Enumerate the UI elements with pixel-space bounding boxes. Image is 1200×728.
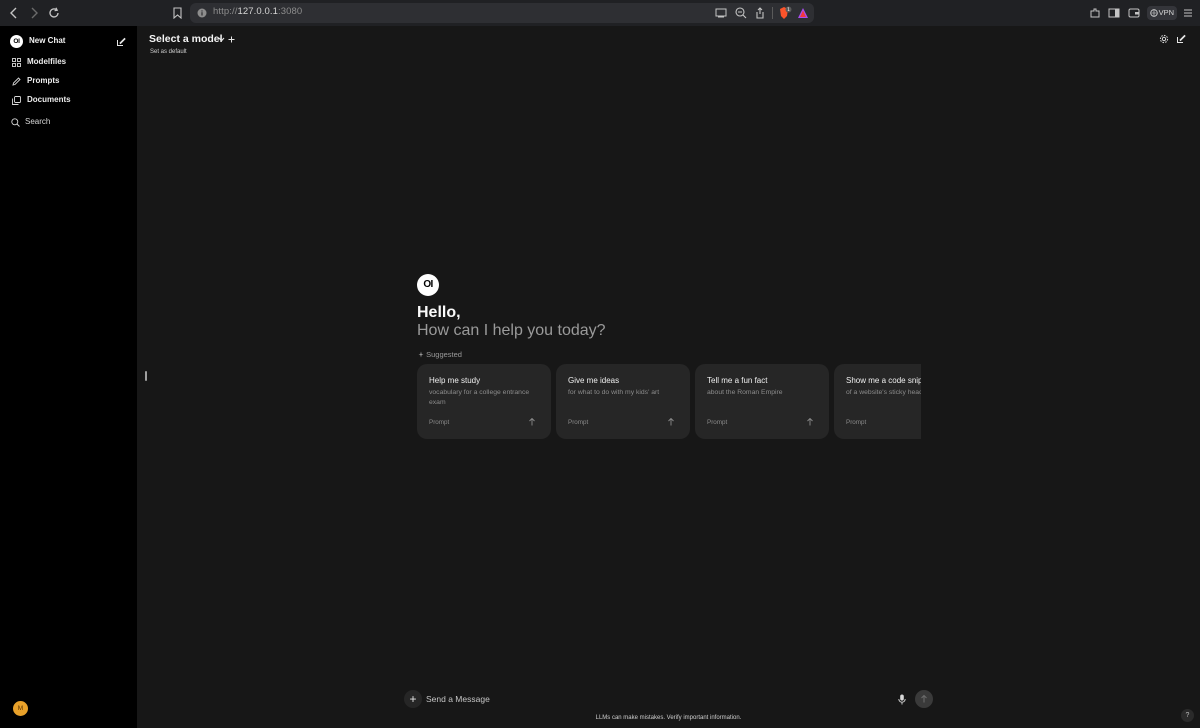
info-icon[interactable] xyxy=(197,8,207,18)
sidebar-item-label: Modelfiles xyxy=(27,57,67,66)
suggestion-kind: Prompt xyxy=(707,419,728,426)
suggestion-card[interactable]: Give me ideas for what to do with my kid… xyxy=(556,364,690,439)
sidebar-resize-handle[interactable] xyxy=(145,371,147,381)
forward-icon[interactable] xyxy=(29,7,39,19)
suggestion-subtitle: vocabulary for a college entrance exam xyxy=(429,389,530,406)
avatar[interactable]: M xyxy=(13,701,28,716)
arrow-up-icon xyxy=(807,417,813,426)
sidebar-search[interactable]: Search xyxy=(0,116,137,130)
back-icon[interactable] xyxy=(9,7,19,19)
suggestion-card[interactable]: Show me a code snippet of a website's st… xyxy=(834,364,921,439)
brand-logo: OI xyxy=(10,35,23,48)
sidebar-item-label: Documents xyxy=(27,95,71,104)
reload-icon[interactable] xyxy=(48,7,60,19)
vpn-label: VPN xyxy=(1158,8,1174,17)
address-url: http://127.0.0.1:3080 xyxy=(213,6,303,17)
grid-icon xyxy=(12,58,21,67)
suggestion-title: Help me study xyxy=(429,376,481,385)
sidebar-toggle-icon[interactable] xyxy=(1108,8,1120,18)
sidebar-item-prompts[interactable]: Prompts xyxy=(0,75,137,89)
globe-icon xyxy=(1150,9,1158,17)
sidebar: OI New Chat Modelfiles Prompts Documents… xyxy=(0,26,137,728)
suggestion-kind: Prompt xyxy=(568,419,589,426)
suggestion-title: Tell me a fun fact xyxy=(707,376,768,385)
wallet-icon[interactable] xyxy=(1128,8,1140,18)
microphone-icon[interactable] xyxy=(898,694,906,705)
browser-window: http://127.0.0.1:3080 1 VPN OI New Chat … xyxy=(0,0,1200,728)
suggestion-title: Show me a code snippet xyxy=(846,376,921,385)
welcome-logo: OI xyxy=(417,274,439,296)
suggestion-kind: Prompt xyxy=(429,419,450,426)
suggestion-kind: Prompt xyxy=(846,419,867,426)
main-area: Select a model Set as default OI Hello, … xyxy=(137,26,1200,728)
suggested-label: Suggested xyxy=(418,350,462,359)
arrow-up-icon xyxy=(529,417,535,426)
message-composer: + xyxy=(404,686,934,712)
suggestion-subtitle: of a website's sticky header xyxy=(846,389,921,396)
compose-icon[interactable] xyxy=(116,37,126,47)
suggestion-card[interactable]: Tell me a fun fact about the Roman Empir… xyxy=(695,364,829,439)
menu-icon[interactable] xyxy=(1183,8,1193,18)
suggestion-card[interactable]: Help me study vocabulary for a college e… xyxy=(417,364,551,439)
arrow-up-icon xyxy=(921,694,927,703)
chevron-down-icon[interactable] xyxy=(218,37,225,42)
address-bar[interactable]: http://127.0.0.1:3080 1 xyxy=(190,3,814,23)
suggestions-row: Help me study vocabulary for a college e… xyxy=(417,364,921,440)
pencil-icon xyxy=(12,77,21,86)
bookmark-icon[interactable] xyxy=(173,7,182,19)
model-selector[interactable]: Select a model xyxy=(149,33,223,45)
help-button[interactable]: ? xyxy=(1181,709,1194,722)
brave-rewards-icon[interactable] xyxy=(797,7,809,19)
svg-text:1: 1 xyxy=(787,7,790,13)
welcome-subtitle: How can I help you today? xyxy=(417,322,606,339)
suggestion-subtitle: about the Roman Empire xyxy=(707,389,783,396)
zoom-out-icon[interactable] xyxy=(735,7,747,19)
documents-icon xyxy=(12,96,21,105)
add-model-icon[interactable] xyxy=(228,36,235,43)
new-chat-icon[interactable] xyxy=(1176,34,1186,44)
extensions-icon[interactable] xyxy=(1089,7,1101,19)
arrow-up-icon xyxy=(668,417,674,426)
search-icon xyxy=(11,118,20,127)
brave-shield-icon[interactable]: 1 xyxy=(778,6,792,20)
search-label: Search xyxy=(25,117,51,126)
gear-icon[interactable] xyxy=(1159,34,1169,44)
sparkle-icon xyxy=(418,351,424,358)
suggestion-subtitle: for what to do with my kids' art xyxy=(568,389,660,396)
browser-toolbar: http://127.0.0.1:3080 1 VPN xyxy=(0,0,1200,26)
sidebar-item-documents[interactable]: Documents xyxy=(0,94,137,108)
message-input[interactable] xyxy=(426,691,886,707)
attach-button[interactable]: + xyxy=(404,690,422,708)
toolbar-divider xyxy=(772,7,773,19)
suggestion-title: Give me ideas xyxy=(568,376,620,385)
share-icon[interactable] xyxy=(755,7,765,19)
cast-icon[interactable] xyxy=(715,8,727,18)
set-default-link[interactable]: Set as default xyxy=(150,49,187,55)
disclaimer: LLMs can make mistakes. Verify important… xyxy=(595,715,742,721)
greeting: Hello, xyxy=(417,304,461,321)
vpn-button[interactable]: VPN xyxy=(1147,6,1177,20)
new-chat-button[interactable]: New Chat xyxy=(29,36,65,45)
sidebar-item-modelfiles[interactable]: Modelfiles xyxy=(0,56,137,70)
send-button[interactable] xyxy=(915,690,933,708)
sidebar-item-label: Prompts xyxy=(27,76,60,85)
